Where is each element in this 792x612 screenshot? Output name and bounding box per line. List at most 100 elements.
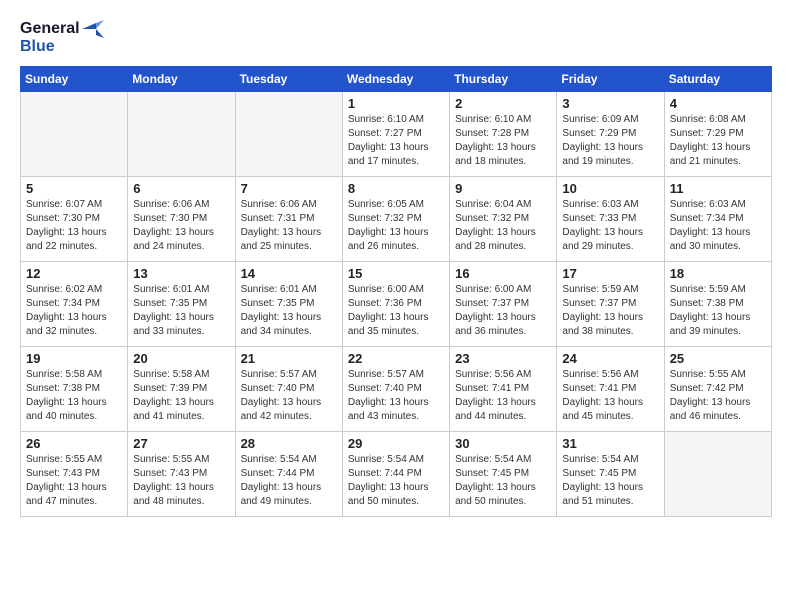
day-info: Sunrise: 6:02 AM Sunset: 7:34 PM Dayligh… [26,283,122,339]
day-number: 17 [562,266,658,281]
calendar-cell: 17 Sunrise: 5:59 AM Sunset: 7:37 PM Dayli… [557,261,664,346]
day-number: 23 [455,351,551,366]
day-number: 10 [562,181,658,196]
day-number: 13 [133,266,229,281]
day-info: Sunrise: 6:07 AM Sunset: 7:30 PM Dayligh… [26,198,122,254]
day-number: 29 [348,436,444,451]
day-info: Sunrise: 5:55 AM Sunset: 7:43 PM Dayligh… [26,453,122,509]
day-number: 3 [562,96,658,111]
day-number: 15 [348,266,444,281]
day-info: Sunrise: 6:01 AM Sunset: 7:35 PM Dayligh… [133,283,229,339]
calendar-cell [21,91,128,176]
logo: General Blue [20,20,104,56]
week-row-5: 26 Sunrise: 5:55 AM Sunset: 7:43 PM Dayli… [21,431,772,516]
calendar-cell: 22Sunrise: 5:57 AM Sunset: 7:40 PM Dayli… [342,346,449,431]
calendar-cell: 19 Sunrise: 5:58 AM Sunset: 7:38 PM Dayli… [21,346,128,431]
calendar-cell: 8Sunrise: 6:05 AM Sunset: 7:32 PM Daylig… [342,176,449,261]
day-info: Sunrise: 6:06 AM Sunset: 7:30 PM Dayligh… [133,198,229,254]
day-info: Sunrise: 5:57 AM Sunset: 7:40 PM Dayligh… [241,368,337,424]
day-number: 22 [348,351,444,366]
calendar-cell: 3 Sunrise: 6:09 AM Sunset: 7:29 PM Daylig… [557,91,664,176]
day-number: 4 [670,96,766,111]
week-row-1: 1Sunrise: 6:10 AM Sunset: 7:27 PM Daylig… [21,91,772,176]
calendar-cell [128,91,235,176]
day-info: Sunrise: 5:59 AM Sunset: 7:37 PM Dayligh… [562,283,658,339]
day-number: 5 [26,181,122,196]
day-number: 24 [562,351,658,366]
day-info: Sunrise: 6:08 AM Sunset: 7:29 PM Dayligh… [670,113,766,169]
weekday-header-saturday: Saturday [664,66,771,91]
logo-bird-icon [82,20,104,38]
logo-general: General [20,20,80,38]
week-row-4: 19 Sunrise: 5:58 AM Sunset: 7:38 PM Dayli… [21,346,772,431]
calendar-cell: 6 Sunrise: 6:06 AM Sunset: 7:30 PM Daylig… [128,176,235,261]
weekday-header-tuesday: Tuesday [235,66,342,91]
day-info: Sunrise: 5:56 AM Sunset: 7:41 PM Dayligh… [562,368,658,424]
day-info: Sunrise: 5:55 AM Sunset: 7:42 PM Dayligh… [670,368,766,424]
day-info: Sunrise: 6:03 AM Sunset: 7:33 PM Dayligh… [562,198,658,254]
day-info: Sunrise: 5:54 AM Sunset: 7:45 PM Dayligh… [455,453,551,509]
calendar-cell: 10 Sunrise: 6:03 AM Sunset: 7:33 PM Dayli… [557,176,664,261]
day-number: 28 [241,436,337,451]
day-number: 19 [26,351,122,366]
calendar-cell: 30 Sunrise: 5:54 AM Sunset: 7:45 PM Dayli… [450,431,557,516]
day-info: Sunrise: 5:59 AM Sunset: 7:38 PM Dayligh… [670,283,766,339]
day-number: 26 [26,436,122,451]
day-number: 20 [133,351,229,366]
calendar-cell: 26 Sunrise: 5:55 AM Sunset: 7:43 PM Dayli… [21,431,128,516]
calendar-cell: 16Sunrise: 6:00 AM Sunset: 7:37 PM Dayli… [450,261,557,346]
day-info: Sunrise: 5:56 AM Sunset: 7:41 PM Dayligh… [455,368,551,424]
calendar-cell: 18 Sunrise: 5:59 AM Sunset: 7:38 PM Dayli… [664,261,771,346]
day-number: 7 [241,181,337,196]
day-number: 16 [455,266,551,281]
calendar-cell: 25 Sunrise: 5:55 AM Sunset: 7:42 PM Dayli… [664,346,771,431]
weekday-header-row: SundayMondayTuesdayWednesdayThursdayFrid… [21,66,772,91]
day-info: Sunrise: 6:09 AM Sunset: 7:29 PM Dayligh… [562,113,658,169]
day-number: 12 [26,266,122,281]
calendar-cell: 1Sunrise: 6:10 AM Sunset: 7:27 PM Daylig… [342,91,449,176]
day-number: 6 [133,181,229,196]
week-row-3: 12 Sunrise: 6:02 AM Sunset: 7:34 PM Dayli… [21,261,772,346]
calendar-cell: 5 Sunrise: 6:07 AM Sunset: 7:30 PM Daylig… [21,176,128,261]
day-info: Sunrise: 6:00 AM Sunset: 7:36 PM Dayligh… [348,283,444,339]
calendar-cell: 24 Sunrise: 5:56 AM Sunset: 7:41 PM Dayli… [557,346,664,431]
day-info: Sunrise: 6:04 AM Sunset: 7:32 PM Dayligh… [455,198,551,254]
calendar-cell: 13 Sunrise: 6:01 AM Sunset: 7:35 PM Dayli… [128,261,235,346]
calendar-cell: 2 Sunrise: 6:10 AM Sunset: 7:28 PM Daylig… [450,91,557,176]
day-info: Sunrise: 5:58 AM Sunset: 7:38 PM Dayligh… [26,368,122,424]
day-info: Sunrise: 5:54 AM Sunset: 7:44 PM Dayligh… [241,453,337,509]
calendar-cell: 7 Sunrise: 6:06 AM Sunset: 7:31 PM Daylig… [235,176,342,261]
day-number: 30 [455,436,551,451]
calendar-cell: 31 Sunrise: 5:54 AM Sunset: 7:45 PM Dayli… [557,431,664,516]
weekday-header-sunday: Sunday [21,66,128,91]
weekday-header-friday: Friday [557,66,664,91]
calendar-cell: 28 Sunrise: 5:54 AM Sunset: 7:44 PM Dayli… [235,431,342,516]
day-number: 14 [241,266,337,281]
day-number: 18 [670,266,766,281]
day-info: Sunrise: 5:55 AM Sunset: 7:43 PM Dayligh… [133,453,229,509]
day-number: 2 [455,96,551,111]
weekday-header-thursday: Thursday [450,66,557,91]
page-header: General Blue [20,20,772,56]
calendar-table: SundayMondayTuesdayWednesdayThursdayFrid… [20,66,772,517]
day-info: Sunrise: 5:54 AM Sunset: 7:45 PM Dayligh… [562,453,658,509]
day-number: 9 [455,181,551,196]
day-info: Sunrise: 6:01 AM Sunset: 7:35 PM Dayligh… [241,283,337,339]
calendar-cell: 29Sunrise: 5:54 AM Sunset: 7:44 PM Dayli… [342,431,449,516]
calendar-cell: 23 Sunrise: 5:56 AM Sunset: 7:41 PM Dayli… [450,346,557,431]
calendar-cell: 4 Sunrise: 6:08 AM Sunset: 7:29 PM Daylig… [664,91,771,176]
calendar-cell: 20 Sunrise: 5:58 AM Sunset: 7:39 PM Dayli… [128,346,235,431]
day-info: Sunrise: 6:06 AM Sunset: 7:31 PM Dayligh… [241,198,337,254]
calendar-cell: 11Sunrise: 6:03 AM Sunset: 7:34 PM Dayli… [664,176,771,261]
day-number: 31 [562,436,658,451]
weekday-header-monday: Monday [128,66,235,91]
calendar-cell: 15 Sunrise: 6:00 AM Sunset: 7:36 PM Dayli… [342,261,449,346]
day-info: Sunrise: 5:58 AM Sunset: 7:39 PM Dayligh… [133,368,229,424]
calendar-cell: 12 Sunrise: 6:02 AM Sunset: 7:34 PM Dayli… [21,261,128,346]
day-number: 1 [348,96,444,111]
calendar-cell: 14 Sunrise: 6:01 AM Sunset: 7:35 PM Dayli… [235,261,342,346]
day-number: 25 [670,351,766,366]
week-row-2: 5 Sunrise: 6:07 AM Sunset: 7:30 PM Daylig… [21,176,772,261]
weekday-header-wednesday: Wednesday [342,66,449,91]
day-info: Sunrise: 6:10 AM Sunset: 7:28 PM Dayligh… [455,113,551,169]
